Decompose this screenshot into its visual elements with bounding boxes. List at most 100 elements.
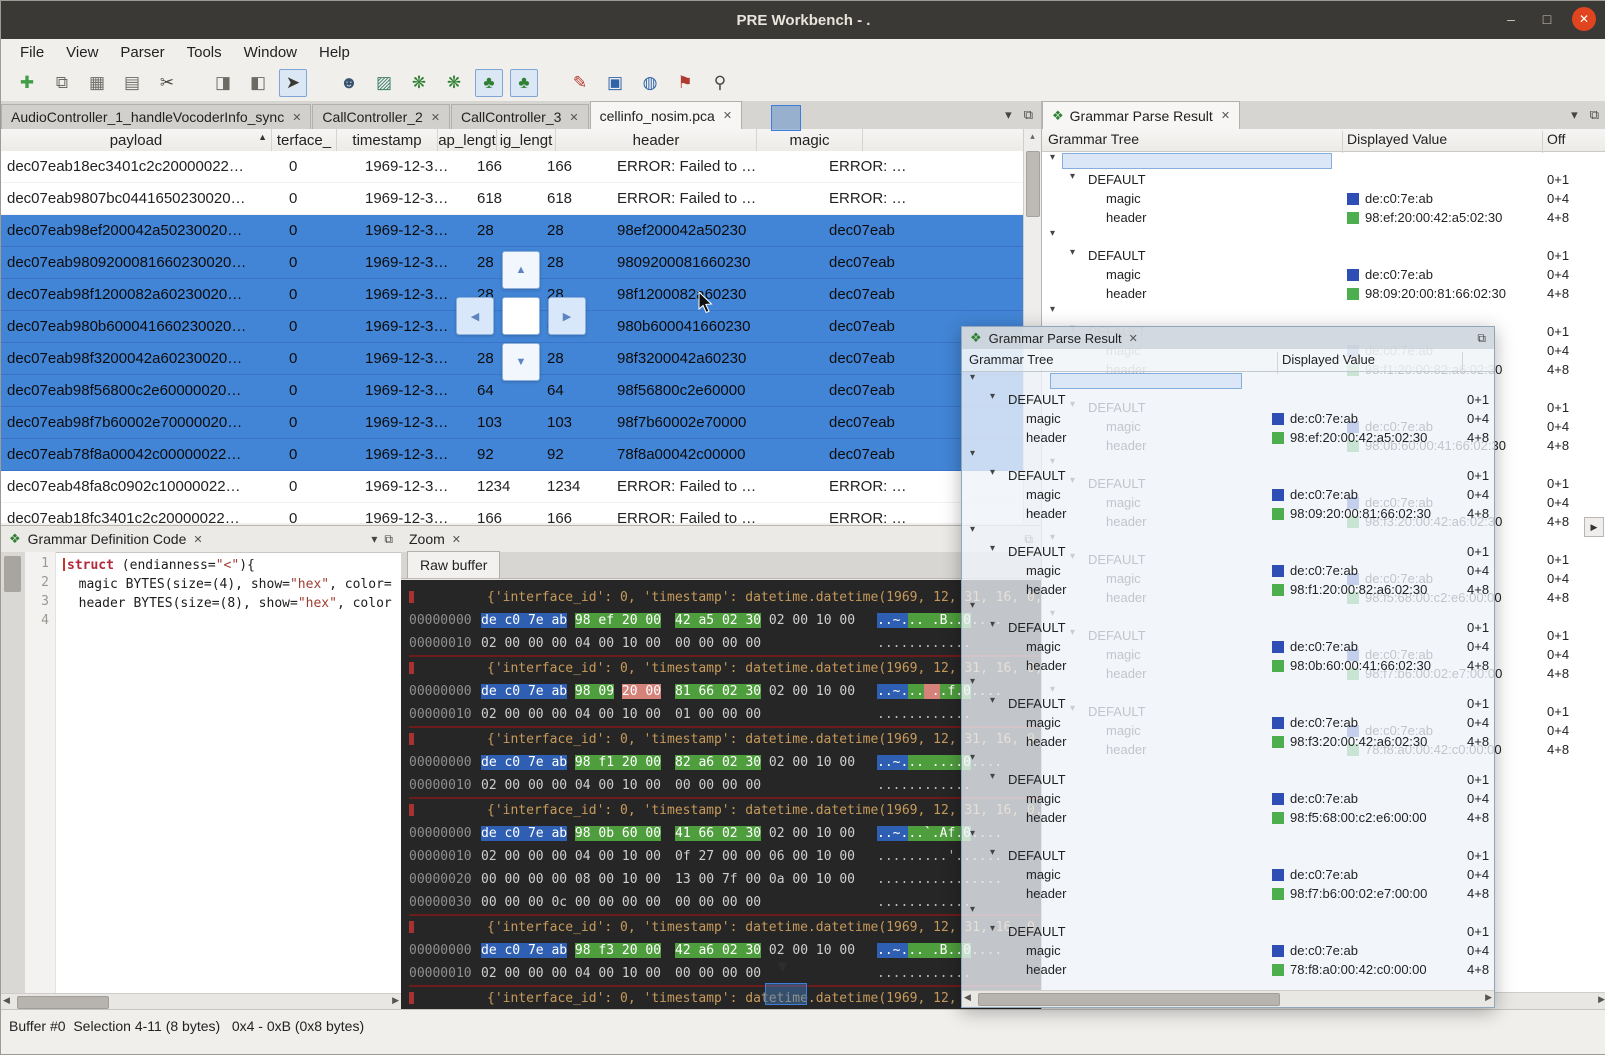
table-row[interactable]: dec07eab98ef200042a50230020…01969-12-3…2… (1, 215, 1023, 247)
tree-node-magic[interactable]: magicde:c0:7e:ab0+4 (962, 865, 1494, 884)
hex-line[interactable]: 0000001002 00 00 00 04 00 10 0000 00 00 … (409, 774, 1041, 797)
scroll-right-icon[interactable]: ▶ (392, 995, 399, 1006)
tab-raw-buffer[interactable]: Raw buffer (407, 551, 500, 578)
menu-item-window[interactable]: Window (233, 44, 308, 61)
chevron-down-icon[interactable]: ▾ (970, 600, 975, 611)
chevron-down-icon[interactable]: ▾ (1050, 152, 1055, 163)
panel-scroll-right-button[interactable]: ▶ (1584, 517, 1604, 537)
hex-line[interactable]: 0000003000 00 00 0c 00 00 00 0000 00 00 … (409, 891, 1041, 914)
scroll-right-icon[interactable]: ▶ (1485, 992, 1492, 1003)
web-button[interactable]: ◍ (636, 69, 664, 97)
chevron-down-icon[interactable]: ▾ (990, 467, 995, 478)
vscroll-thumb[interactable] (4, 556, 21, 592)
tree-node-default[interactable]: ▾DEFAULT0+1 (962, 694, 1494, 713)
screenshot-button[interactable]: ▨ (370, 69, 398, 97)
hex-line[interactable]: 00000000de c0 7e ab 98 f3 20 0042 a6 02 … (409, 939, 1041, 962)
run-user-button[interactable]: ☻ (335, 69, 363, 97)
code-hscrollbar[interactable]: ◀ ▶ (1, 993, 401, 1010)
reparse-button[interactable]: ➤ (279, 69, 307, 97)
code-panel-header[interactable]: ❖ Grammar Definition Code ✕ ▾ ⧉ (1, 526, 401, 553)
col-grammar-tree[interactable]: Grammar Tree (1048, 131, 1139, 147)
column-header-header[interactable]: header (556, 129, 757, 151)
tree-node-root[interactable]: ▾ (962, 675, 1494, 694)
scroll-right-icon[interactable]: ▶ (1598, 994, 1605, 1005)
menu-item-file[interactable]: File (9, 44, 55, 61)
annotate-button[interactable]: ✎ (566, 69, 594, 97)
chevron-down-icon[interactable]: ▾ (990, 391, 995, 402)
open-file-button[interactable]: ⧉ (48, 69, 76, 97)
tree-node-header[interactable]: header98:f1:20:00:82:a6:02:304+8 (962, 580, 1494, 599)
scroll-up-icon[interactable]: ▴ (1024, 129, 1041, 143)
minimize-button[interactable]: – (1500, 7, 1522, 31)
chevron-down-icon[interactable]: ▾ (970, 752, 975, 763)
chevron-down-icon[interactable]: ▾ (990, 771, 995, 782)
tab-close-icon[interactable]: ✕ (723, 109, 732, 122)
column-header-ap-lengt[interactable]: ap_lengt (438, 129, 497, 151)
export-button[interactable]: ◧ (244, 69, 272, 97)
scroll-left-icon[interactable]: ◀ (964, 992, 971, 1003)
tree-node-root[interactable]: ▾ (1042, 303, 1605, 322)
chevron-down-icon[interactable]: ▾ (990, 543, 995, 554)
vscroll-thumb[interactable] (1026, 151, 1040, 217)
tab-callcontroller-2[interactable]: CallController_2✕ (312, 104, 450, 129)
table-row[interactable]: dec07eab98f7b60002e70000020…01969-12-3…1… (1, 407, 1023, 439)
hex-line[interactable]: 00000000de c0 7e ab 98 ef 20 0042 a5 02 … (409, 609, 1041, 632)
code-editor[interactable]: struct (endianness="<"){ magic BYTES(siz… (55, 552, 401, 994)
maximize-button[interactable]: □ (1536, 7, 1558, 31)
menu-item-view[interactable]: View (55, 44, 109, 61)
tree-node-default[interactable]: ▾DEFAULT0+1 (962, 846, 1494, 865)
tab-audiocontroller-1-handlevocoderinfo-sync[interactable]: AudioController_1_handleVocoderInfo_sync… (1, 104, 311, 129)
chevron-down-icon[interactable]: ▾ (1050, 304, 1055, 315)
tab-grammar-parse-result[interactable]: ❖ Grammar Parse Result ✕ (1042, 101, 1240, 129)
tree-node-root[interactable]: ▾ (962, 903, 1494, 922)
close-button[interactable]: ✕ (1572, 7, 1596, 31)
table-row[interactable]: dec07eab18ec3401c2c20000022…01969-12-3…1… (1, 151, 1023, 183)
hex-line[interactable]: 00000000de c0 7e ab 98 09 20 0081 66 02 … (409, 680, 1041, 703)
grammar-tool-2-button[interactable]: ❋ (440, 69, 468, 97)
col-displayed-value[interactable]: Displayed Value (1347, 131, 1447, 147)
tree-node-root[interactable]: ▾ (962, 751, 1494, 770)
chevron-down-icon[interactable]: ▾ (970, 524, 975, 535)
panel-menu-icon[interactable]: ▾ (371, 532, 377, 546)
table-row[interactable]: dec07eab9807bc0441650230020…01969-12-3…6… (1, 183, 1023, 215)
tree-node-root[interactable]: ▾ (962, 827, 1494, 846)
column-header-ig-lengt[interactable]: ig_lengt (497, 129, 556, 151)
import-button[interactable]: ◨ (209, 69, 237, 97)
tab-cellinfo-nosim-pca[interactable]: cellinfo_nosim.pca✕ (590, 101, 742, 129)
menu-item-parser[interactable]: Parser (109, 44, 175, 61)
scroll-left-icon[interactable]: ◀ (3, 995, 10, 1006)
tree-node-magic[interactable]: magicde:c0:7e:ab0+4 (1042, 265, 1605, 284)
hex-line[interactable]: 0000001002 00 00 00 04 00 10 0000 00 00 … (409, 962, 1041, 985)
tree-node-magic[interactable]: magicde:c0:7e:ab0+4 (1042, 189, 1605, 208)
col-offset[interactable]: Off (1547, 131, 1565, 147)
column-header-terface-[interactable]: terface_ (272, 129, 337, 151)
column-divider[interactable] (1542, 131, 1543, 153)
chevron-down-icon[interactable]: ▾ (1070, 171, 1075, 182)
grammar-tool-1-button[interactable]: ❋ (405, 69, 433, 97)
panel-close-icon[interactable]: ✕ (452, 533, 461, 546)
chevron-down-icon[interactable]: ▾ (990, 619, 995, 630)
hex-line[interactable]: 0000002000 00 00 00 08 00 10 0013 00 7f … (409, 868, 1041, 891)
hex-view-button[interactable]: ♣ (510, 69, 538, 97)
col-displayed-value[interactable]: Displayed Value (1282, 352, 1375, 367)
menu-item-tools[interactable]: Tools (176, 44, 233, 61)
table-row[interactable]: dec07eab48fa8c0902c10000022…01969-12-3…1… (1, 471, 1023, 503)
panel-float-icon[interactable]: ⧉ (1477, 331, 1486, 346)
hex-line[interactable]: 0000001002 00 00 00 04 00 10 0001 00 00 … (409, 703, 1041, 726)
tree-node-header[interactable]: header98:0b:60:00:41:66:02:304+8 (962, 656, 1494, 675)
column-header-timestamp[interactable]: timestamp (337, 129, 438, 151)
chevron-down-icon[interactable]: ▾ (990, 847, 995, 858)
tree-node-default[interactable]: ▾DEFAULT0+1 (962, 618, 1494, 637)
tree-node-root[interactable]: ▾ (962, 371, 1494, 390)
tree-node-default[interactable]: ▾DEFAULT0+1 (1042, 170, 1605, 189)
title-bar[interactable]: PRE Workbench - . – □ ✕ (1, 1, 1605, 39)
tab-close-icon[interactable]: ✕ (569, 111, 578, 124)
cut-button[interactable]: ✂ (153, 69, 181, 97)
tree-node-header[interactable]: header98:ef:20:00:42:a5:02:304+8 (1042, 208, 1605, 227)
floating-hscrollbar[interactable]: ◀ ▶ (962, 990, 1494, 1007)
hex-line[interactable]: 0000001002 00 00 00 04 00 10 0000 00 00 … (409, 632, 1041, 655)
tree-node-header[interactable]: header98:09:20:00:81:66:02:304+8 (1042, 284, 1605, 303)
tree-node-root[interactable]: ▾ (962, 447, 1494, 466)
tree-node-header[interactable]: header98:f5:68:00:c2:e6:00:004+8 (962, 808, 1494, 827)
tree-node-default[interactable]: ▾DEFAULT0+1 (962, 922, 1494, 941)
